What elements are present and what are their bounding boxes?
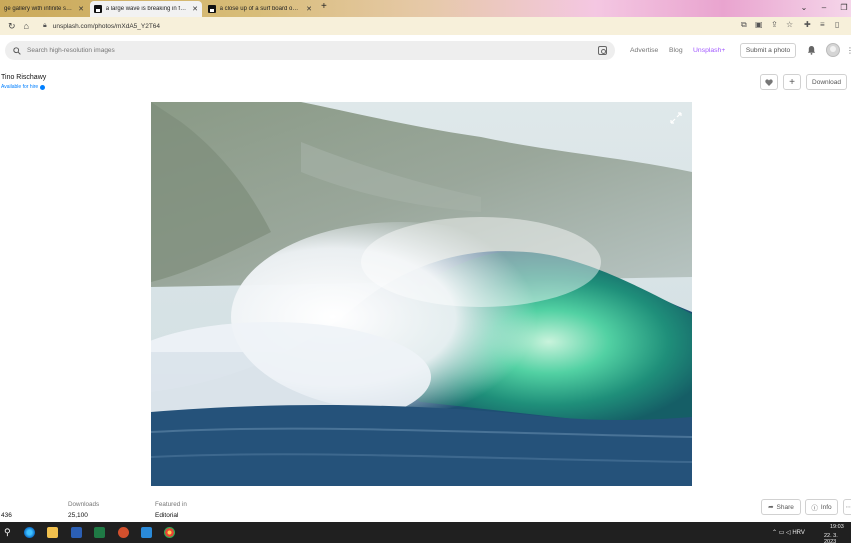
submit-photo-button[interactable]: Submit a photo — [740, 43, 796, 58]
plus-icon: + — [789, 76, 795, 88]
views-value: 436 — [1, 512, 12, 519]
user-avatar[interactable] — [826, 43, 840, 57]
powerpoint-icon[interactable] — [118, 527, 129, 538]
search-bar[interactable] — [5, 41, 615, 60]
clock-time[interactable]: 19:03 — [830, 524, 844, 530]
hire-status-label: Available for hire — [1, 84, 39, 90]
share-button[interactable]: ➦ Share — [761, 499, 801, 515]
menu-dots-icon[interactable]: ⋮ — [846, 46, 851, 55]
reading-list-icon[interactable]: ≡ — [820, 20, 825, 29]
tray-icons: ⌃ ▭ ◁ — [772, 530, 793, 536]
language-indicator[interactable]: HRV — [792, 530, 805, 536]
notification-bell-icon[interactable] — [807, 45, 816, 55]
featured-value[interactable]: Editorial — [155, 512, 178, 519]
browser-toolbar: ↻ ⌂ 🔒︎ unsplash.com/photos/mXdA5_Y2T64 ⧉… — [0, 17, 851, 35]
tab-wave-photo[interactable]: a large wave is breaking in front ✕ — [90, 1, 202, 17]
photographer-name[interactable]: Tino Rischawy — [1, 74, 46, 81]
bookmark-star-icon[interactable]: ☆ — [786, 20, 793, 29]
tab-title: a close up of a surf board on a b — [219, 6, 302, 12]
verified-check-icon — [40, 84, 46, 90]
nav-unsplash-plus[interactable]: Unsplash+ — [693, 47, 725, 54]
translate-icon[interactable]: ▣ — [755, 20, 763, 29]
tab-close-icon[interactable]: ✕ — [306, 5, 312, 13]
lock-icon[interactable]: 🔒︎ — [43, 22, 47, 30]
tab-close-icon[interactable]: ✕ — [78, 5, 84, 13]
downloads-label: Downloads — [68, 501, 100, 508]
info-icon: ⓘ — [811, 505, 818, 512]
featured-label: Featured in — [155, 501, 187, 508]
unsplash-favicon-icon — [208, 5, 216, 13]
more-actions-button[interactable]: ⋯ — [843, 499, 851, 515]
more-dots-icon: ⋯ — [845, 504, 851, 511]
add-to-collection-button[interactable]: + — [783, 74, 801, 90]
new-tab-button[interactable]: + — [321, 1, 327, 12]
search-input[interactable] — [27, 47, 567, 54]
share-label: Share — [776, 503, 794, 511]
file-explorer-icon[interactable] — [47, 527, 58, 538]
hire-status[interactable]: Available for hire — [1, 84, 46, 90]
download-button[interactable]: Download — [806, 74, 847, 90]
info-label: Info — [820, 503, 832, 511]
tab-close-icon[interactable]: ✕ — [192, 5, 198, 13]
like-button[interactable] — [760, 74, 778, 90]
side-panel-icon[interactable]: ▯ — [835, 20, 839, 29]
minimize-icon[interactable]: – — [815, 0, 833, 14]
share-page-icon[interactable]: ⇪ — [771, 20, 778, 29]
search-icon — [13, 46, 21, 55]
tab-title: a large wave is breaking in front — [105, 6, 188, 12]
browser-tab-strip: ge gallery with infinite scroll ✕ a larg… — [0, 0, 851, 17]
extensions-icon[interactable]: ✚ — [804, 20, 811, 29]
share-arrow-icon: ➦ — [768, 504, 774, 511]
restore-icon[interactable]: ❐ — [835, 0, 851, 14]
tab-gallery[interactable]: ge gallery with infinite scroll ✕ — [0, 1, 88, 17]
visual-search-icon[interactable] — [598, 46, 607, 55]
search-taskbar-icon[interactable]: ⚲ — [4, 527, 15, 538]
nav-blog[interactable]: Blog — [669, 47, 683, 54]
install-app-icon[interactable]: ⧉ — [741, 20, 747, 30]
tab-search-icon[interactable]: ⌄ — [795, 0, 813, 14]
nav-advertise[interactable]: Advertise — [630, 47, 658, 54]
chrome-icon[interactable] — [164, 527, 175, 538]
expand-icon[interactable] — [670, 112, 682, 124]
downloads-value: 25,100 — [68, 512, 88, 519]
info-button[interactable]: ⓘ Info — [805, 499, 838, 515]
clock-date[interactable]: 22. 3. 2023 — [824, 533, 851, 545]
address-bar[interactable]: unsplash.com/photos/mXdA5_Y2T64 — [53, 23, 160, 30]
tab-title: ge gallery with infinite scroll — [4, 6, 74, 12]
vscode-icon[interactable] — [141, 527, 152, 538]
reload-icon[interactable]: ↻ — [8, 21, 16, 32]
wave-photo[interactable] — [151, 102, 692, 486]
excel-icon[interactable] — [94, 527, 105, 538]
system-tray[interactable]: ⌃ ▭ ◁ HRV — [772, 529, 805, 536]
home-icon[interactable]: ⌂ — [24, 21, 29, 31]
edge-browser-icon[interactable] — [24, 527, 35, 538]
heart-icon — [765, 78, 773, 86]
unsplash-favicon-icon — [94, 5, 102, 13]
tab-surfboard-photo[interactable]: a close up of a surf board on a b ✕ — [204, 1, 316, 17]
word-icon[interactable] — [71, 527, 82, 538]
